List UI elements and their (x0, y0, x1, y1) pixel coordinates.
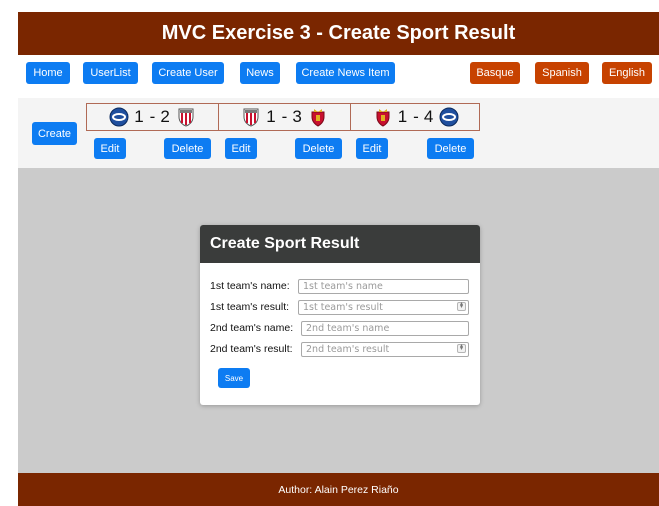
app-window: MVC Exercise 3 - Create Sport Result Hom… (18, 12, 659, 506)
nav-userlist-button[interactable]: UserList (83, 62, 138, 84)
red-crest-icon (311, 109, 325, 127)
save-button[interactable]: Save (218, 368, 250, 388)
team2-name-input[interactable] (301, 321, 469, 336)
score-separator: - (413, 107, 419, 126)
team2-result: 4 (423, 107, 435, 126)
blue-crest-icon (109, 107, 129, 127)
create-sport-result-form: Create Sport Result 1st team's name: 1st… (200, 225, 480, 405)
score-separator: - (149, 107, 156, 126)
language-basque-button[interactable]: Basque (470, 62, 520, 84)
nav-home-button[interactable]: Home (26, 62, 70, 84)
language-english-button[interactable]: English (602, 62, 652, 84)
delete-result-button[interactable]: Delete (427, 138, 474, 159)
form-row: 1st team's name: (210, 278, 290, 294)
team2-name-label: 2nd team's name: (210, 322, 294, 334)
team1-name-label: 1st team's name: (210, 280, 290, 292)
result-item: 1 - 4 (351, 104, 481, 130)
team2-result: 2 (160, 107, 171, 126)
team1-result-input[interactable] (298, 300, 469, 315)
team1-name-input[interactable] (298, 279, 469, 294)
language-spanish-button[interactable]: Spanish (535, 62, 589, 84)
page-footer: Author: Alain Perez Riaño (18, 473, 659, 506)
edit-result-button[interactable]: Edit (94, 138, 126, 159)
page-title: MVC Exercise 3 - Create Sport Result (161, 22, 516, 44)
delete-result-button[interactable]: Delete (164, 138, 211, 159)
team2-result-input[interactable] (301, 342, 469, 357)
main-content: Create Sport Result 1st team's name: 1st… (18, 168, 659, 473)
create-result-button[interactable]: Create (32, 122, 77, 145)
results-list: 1 - 2 1 - 3 1 - 4 (86, 103, 480, 131)
edit-result-button[interactable]: Edit (356, 138, 388, 159)
striped-crest-icon (178, 108, 194, 127)
author-text: Author: Alain Perez Riaño (278, 483, 399, 496)
blue-crest-icon (439, 107, 459, 127)
team2-result-stepper: ▴▾ (301, 342, 469, 357)
page-header: MVC Exercise 3 - Create Sport Result (18, 12, 659, 55)
result-item: 1 - 2 (87, 104, 218, 130)
form-row: 2nd team's result: (210, 341, 293, 357)
team2-result: 3 (292, 107, 303, 126)
team1-result: 1 (266, 107, 277, 126)
nav-create-user-button[interactable]: Create User (152, 62, 224, 84)
nav-create-news-item-button[interactable]: Create News Item (296, 62, 395, 84)
delete-result-button[interactable]: Delete (295, 138, 342, 159)
form-title: Create Sport Result (210, 235, 360, 252)
team1-result: 1 (134, 107, 145, 126)
team1-result: 1 (397, 107, 409, 126)
spinner-arrows-icon[interactable]: ▴ ▾ (457, 343, 466, 353)
form-row: 2nd team's name: (210, 320, 293, 336)
team1-result-stepper: ▴▾ (298, 300, 469, 315)
spinner-arrows-icon[interactable]: ▴ ▾ (457, 301, 466, 311)
result-item: 1 - 3 (219, 104, 350, 130)
score-separator: - (281, 107, 288, 126)
team2-result-label: 2nd team's result: (210, 343, 293, 355)
nav-news-button[interactable]: News (240, 62, 280, 84)
form-row: 1st team's result: (210, 299, 289, 315)
top-navigation: Home UserList Create User News Create Ne… (18, 55, 659, 98)
edit-result-button[interactable]: Edit (225, 138, 257, 159)
team1-result-label: 1st team's result: (210, 301, 290, 313)
sport-results-bar: Create 1 - 2 1 - 3 1 - 4 Edit Delete Edi… (18, 98, 659, 168)
red-crest-icon (376, 109, 390, 127)
form-header: Create Sport Result (200, 225, 480, 263)
striped-crest-icon (243, 108, 259, 127)
